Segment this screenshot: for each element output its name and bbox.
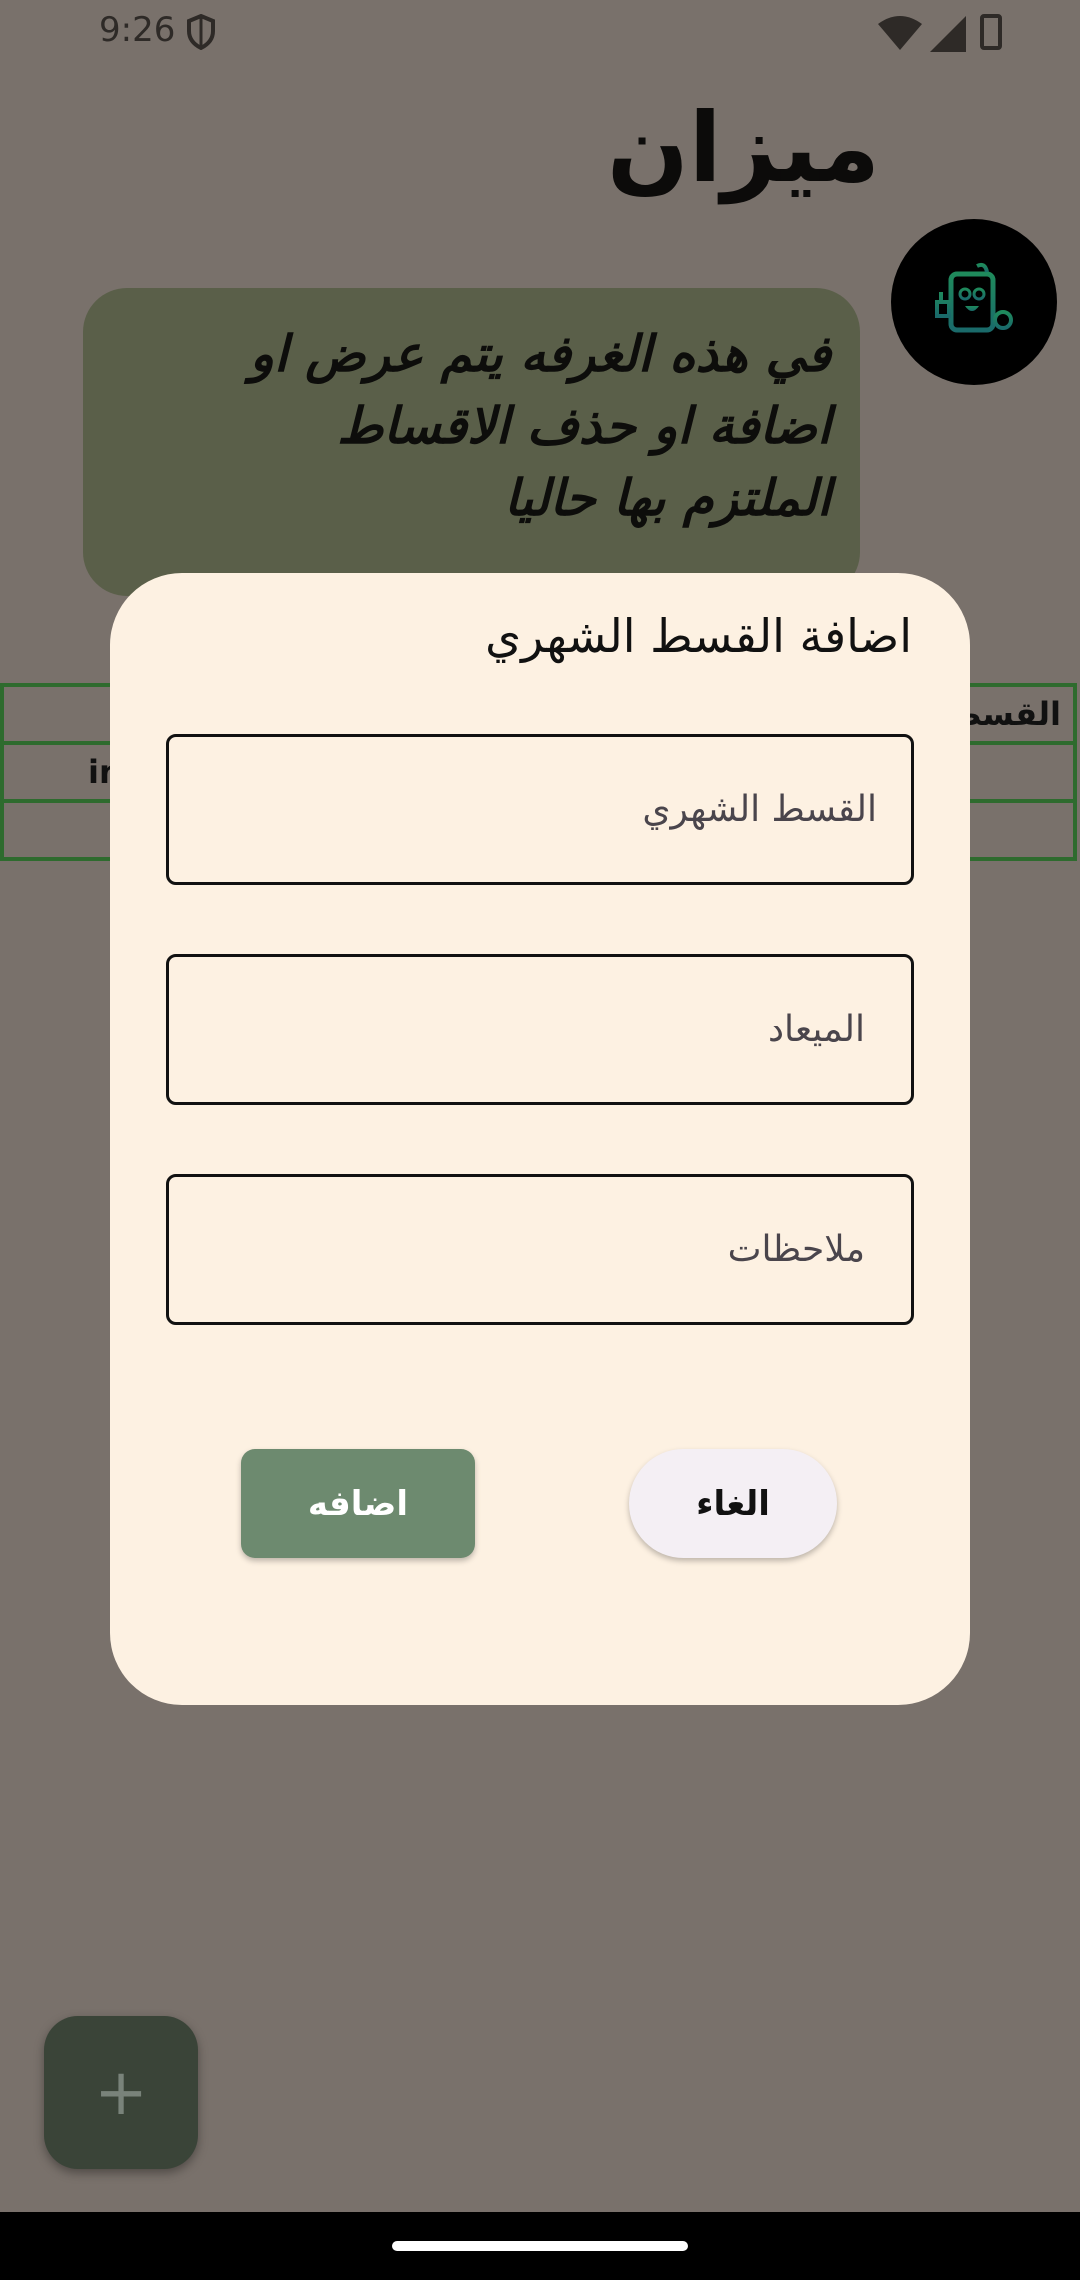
info-line: الملتزم بها حاليا — [504, 469, 831, 527]
status-time: 9:26 — [99, 10, 176, 50]
cancel-button[interactable]: الغاء — [629, 1449, 837, 1558]
placeholder: ملاحظات — [727, 1229, 865, 1270]
plus-icon: + — [94, 2055, 148, 2130]
info-bubble: في هذه الغرفه يتم عرض او اضافة او حذف ال… — [83, 288, 860, 596]
due-date-input[interactable]: الميعاد — [166, 954, 914, 1105]
signal-icon — [930, 16, 966, 52]
add-button[interactable]: اضافه — [241, 1449, 475, 1558]
add-installment-dialog: اضافة القسط الشهري القسط الشهري الميعاد … — [110, 573, 970, 1705]
dialog-title: اضافة القسط الشهري — [485, 609, 912, 663]
placeholder: القسط الشهري — [642, 789, 877, 830]
wifi-icon — [878, 16, 922, 50]
add-fab-button[interactable]: + — [44, 2016, 198, 2169]
home-gesture-handle[interactable] — [392, 2241, 688, 2251]
shield-icon — [187, 14, 215, 50]
mascot-logo[interactable] — [891, 219, 1057, 385]
info-line: اضافة او حذف الاقساط — [337, 397, 831, 455]
notes-input[interactable]: ملاحظات — [166, 1174, 914, 1325]
wallet-mascot-icon — [935, 262, 1013, 333]
info-line: في هذه الغرفه يتم عرض او — [249, 325, 831, 383]
app-title: ميزان — [606, 92, 880, 204]
placeholder: الميعاد — [767, 1009, 865, 1050]
monthly-installment-input[interactable]: القسط الشهري — [166, 734, 914, 885]
battery-icon — [980, 14, 1002, 50]
